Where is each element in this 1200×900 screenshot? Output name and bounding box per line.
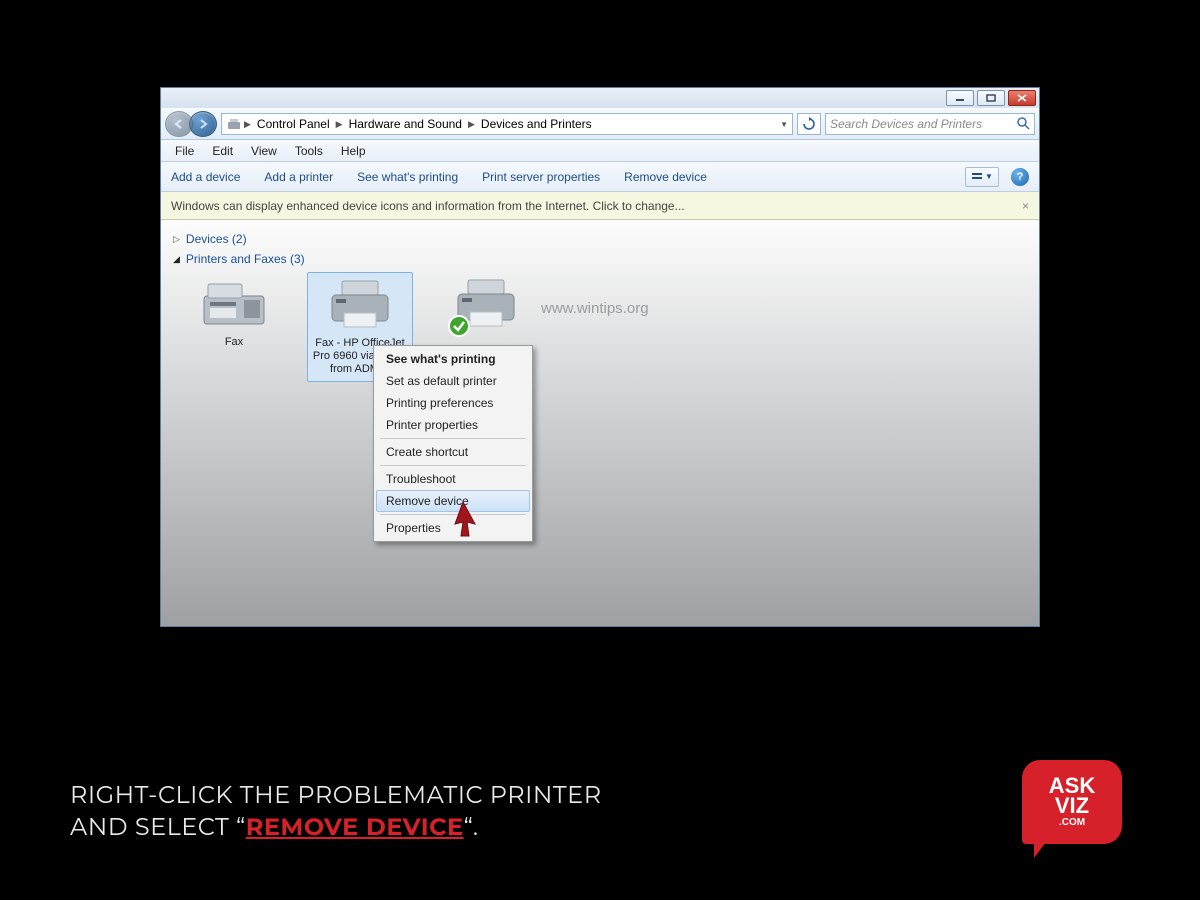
ctx-printing-preferences[interactable]: Printing preferences [376, 392, 530, 414]
ctx-set-default[interactable]: Set as default printer [376, 370, 530, 392]
refresh-button[interactable] [797, 113, 821, 135]
menu-tools[interactable]: Tools [287, 142, 331, 160]
close-button[interactable] [1008, 90, 1036, 106]
device-fax[interactable]: Fax [181, 272, 287, 382]
menu-bar: File Edit View Tools Help [161, 140, 1039, 162]
annotation-arrow-icon [447, 500, 481, 540]
nav-buttons [165, 111, 217, 137]
breadcrumb-separator-icon: ▶ [244, 119, 251, 130]
printer-icon [324, 277, 396, 333]
fax-icon [198, 276, 270, 332]
caption-line1: RIGHT-CLICK THE PROBLEMATIC PRINTER [70, 780, 602, 812]
watermark-text: www.wintips.org [541, 300, 649, 317]
breadcrumb-hardware-sound[interactable]: Hardware and Sound [345, 115, 466, 133]
search-input[interactable]: Search Devices and Printers [825, 113, 1035, 135]
collapse-icon: ◢ [173, 254, 180, 265]
caption-highlight: REMOVE DEVICE [246, 813, 464, 842]
menu-edit[interactable]: Edit [204, 142, 241, 160]
add-device-button[interactable]: Add a device [171, 170, 240, 184]
minimize-button[interactable] [946, 90, 974, 106]
expand-icon: ▷ [173, 234, 180, 245]
window-titlebar [161, 88, 1039, 108]
breadcrumb-devices-printers[interactable]: Devices and Printers [477, 115, 596, 133]
printers-list: Fax Fax - HP OfficeJet Pro 6960 via DOT4… [173, 272, 1027, 382]
breadcrumb-control-panel[interactable]: Control Panel [253, 115, 334, 133]
forward-button[interactable] [189, 111, 217, 137]
menu-file[interactable]: File [167, 142, 202, 160]
ctx-printer-properties[interactable]: Printer properties [376, 414, 530, 436]
ctx-separator [380, 438, 526, 439]
maximize-button[interactable] [977, 90, 1005, 106]
askviz-logo: ASK VIZ .COM [1022, 760, 1132, 860]
menu-help[interactable]: Help [333, 142, 374, 160]
devices-printers-window: ▶ Control Panel ▶ Hardware and Sound ▶ D… [160, 87, 1040, 627]
logo-text-viz: VIZ [1055, 796, 1089, 816]
menu-view[interactable]: View [243, 142, 285, 160]
navigation-bar: ▶ Control Panel ▶ Hardware and Sound ▶ D… [161, 108, 1039, 140]
group-printers-label: Printers and Faxes (3) [186, 252, 305, 266]
logo-text-com: .COM [1059, 818, 1085, 828]
ctx-troubleshoot[interactable]: Troubleshoot [376, 468, 530, 490]
remove-device-button[interactable]: Remove device [624, 170, 707, 184]
print-server-properties-button[interactable]: Print server properties [482, 170, 600, 184]
group-devices-label: Devices (2) [186, 232, 247, 246]
help-button[interactable]: ? [1011, 168, 1029, 186]
search-icon [1016, 116, 1030, 133]
command-toolbar: Add a device Add a printer See what's pr… [161, 162, 1039, 192]
chevron-down-icon: ▼ [985, 172, 993, 181]
see-printing-button[interactable]: See what's printing [357, 170, 458, 184]
logo-bubble: ASK VIZ .COM [1022, 760, 1122, 844]
ctx-see-printing[interactable]: See what's printing [376, 348, 530, 370]
instruction-caption: RIGHT-CLICK THE PROBLEMATIC PRINTER AND … [70, 780, 602, 845]
device-label: Fax [225, 336, 243, 349]
info-bar[interactable]: Windows can display enhanced device icon… [161, 192, 1039, 220]
caption-line2a: AND SELECT “ [70, 813, 246, 842]
info-bar-close-icon[interactable]: × [1022, 199, 1029, 213]
group-printers[interactable]: ◢ Printers and Faxes (3) [173, 252, 1027, 266]
info-bar-text: Windows can display enhanced device icon… [171, 199, 685, 213]
address-bar[interactable]: ▶ Control Panel ▶ Hardware and Sound ▶ D… [221, 113, 793, 135]
view-options-button[interactable]: ▼ [965, 167, 999, 187]
group-devices[interactable]: ▷ Devices (2) [173, 232, 1027, 246]
ctx-separator [380, 465, 526, 466]
add-printer-button[interactable]: Add a printer [264, 170, 333, 184]
search-placeholder: Search Devices and Printers [830, 117, 982, 131]
caption-line2b: “. [464, 813, 479, 842]
default-check-icon [448, 315, 470, 337]
chevron-down-icon[interactable]: ▼ [780, 120, 788, 129]
breadcrumb-separator-icon: ▶ [336, 119, 343, 130]
ctx-create-shortcut[interactable]: Create shortcut [376, 441, 530, 463]
devices-icon [226, 116, 242, 132]
content-area: ▷ Devices (2) ◢ Printers and Faxes (3) F… [161, 220, 1039, 626]
breadcrumb-separator-icon: ▶ [468, 119, 475, 130]
back-button[interactable] [165, 111, 193, 137]
